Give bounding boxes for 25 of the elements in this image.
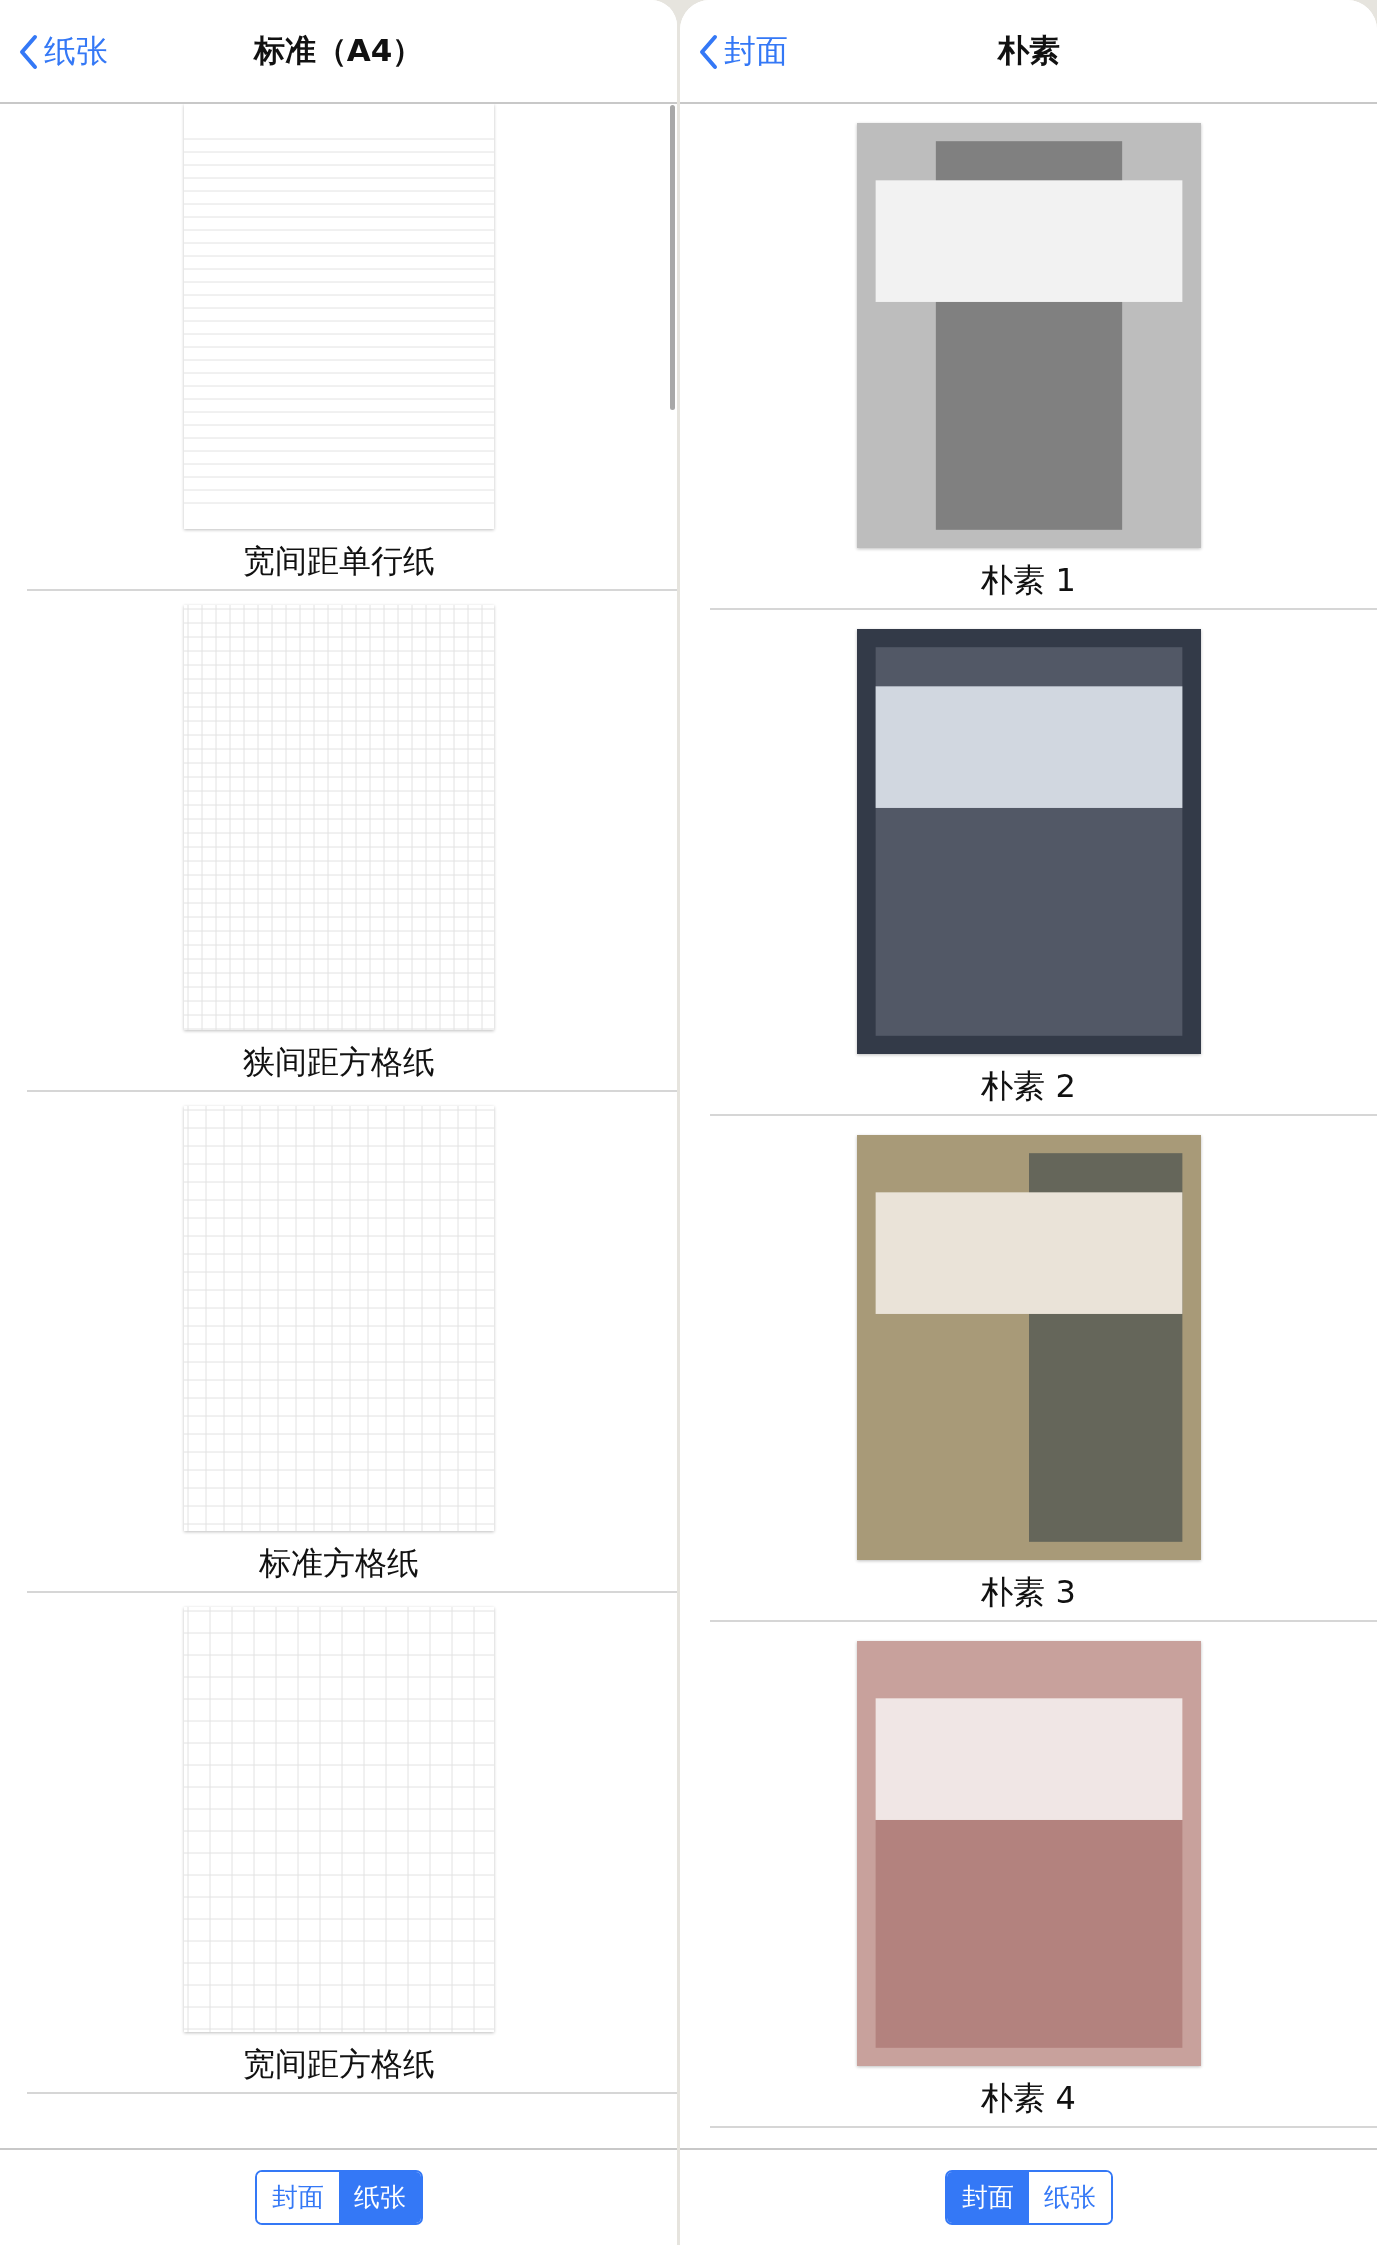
cover-thumbnail[interactable] [856, 629, 1201, 1054]
cover-thumbnail[interactable] [856, 123, 1201, 548]
back-icon [698, 34, 718, 70]
cover-thumbnail[interactable] [856, 1135, 1201, 1560]
back-button[interactable]: 纸张 [14, 26, 112, 78]
navigation-title: 标准（A4） [253, 31, 424, 70]
paper-thumbnail[interactable] [183, 1106, 494, 1531]
scroll-bar[interactable] [670, 105, 675, 410]
segment-tab[interactable]: 纸张 [338, 2172, 421, 2223]
cover-thumbnail[interactable] [856, 1641, 1201, 2066]
back-button[interactable]: 封面 [694, 26, 792, 78]
navigation-title: 朴素 [997, 31, 1060, 70]
paper-thumbnail[interactable] [183, 1607, 494, 2032]
item-label: 朴素 4 [981, 2078, 1076, 2119]
item-label: 朴素 3 [981, 1572, 1076, 1613]
paper-thumbnail[interactable] [183, 104, 494, 529]
item-label: 宽间距方格纸 [242, 2044, 435, 2085]
item-label: 朴素 1 [981, 560, 1076, 601]
paper-thumbnail[interactable] [183, 605, 494, 1030]
back-icon [18, 34, 38, 70]
item-label: 朴素 2 [981, 1066, 1076, 1107]
segment-tab[interactable]: 封面 [946, 2172, 1029, 2223]
item-label: 标准方格纸 [258, 1543, 419, 1584]
item-label: 狭间距方格纸 [242, 1042, 435, 1083]
item-label: 宽间距单行纸 [242, 541, 435, 582]
